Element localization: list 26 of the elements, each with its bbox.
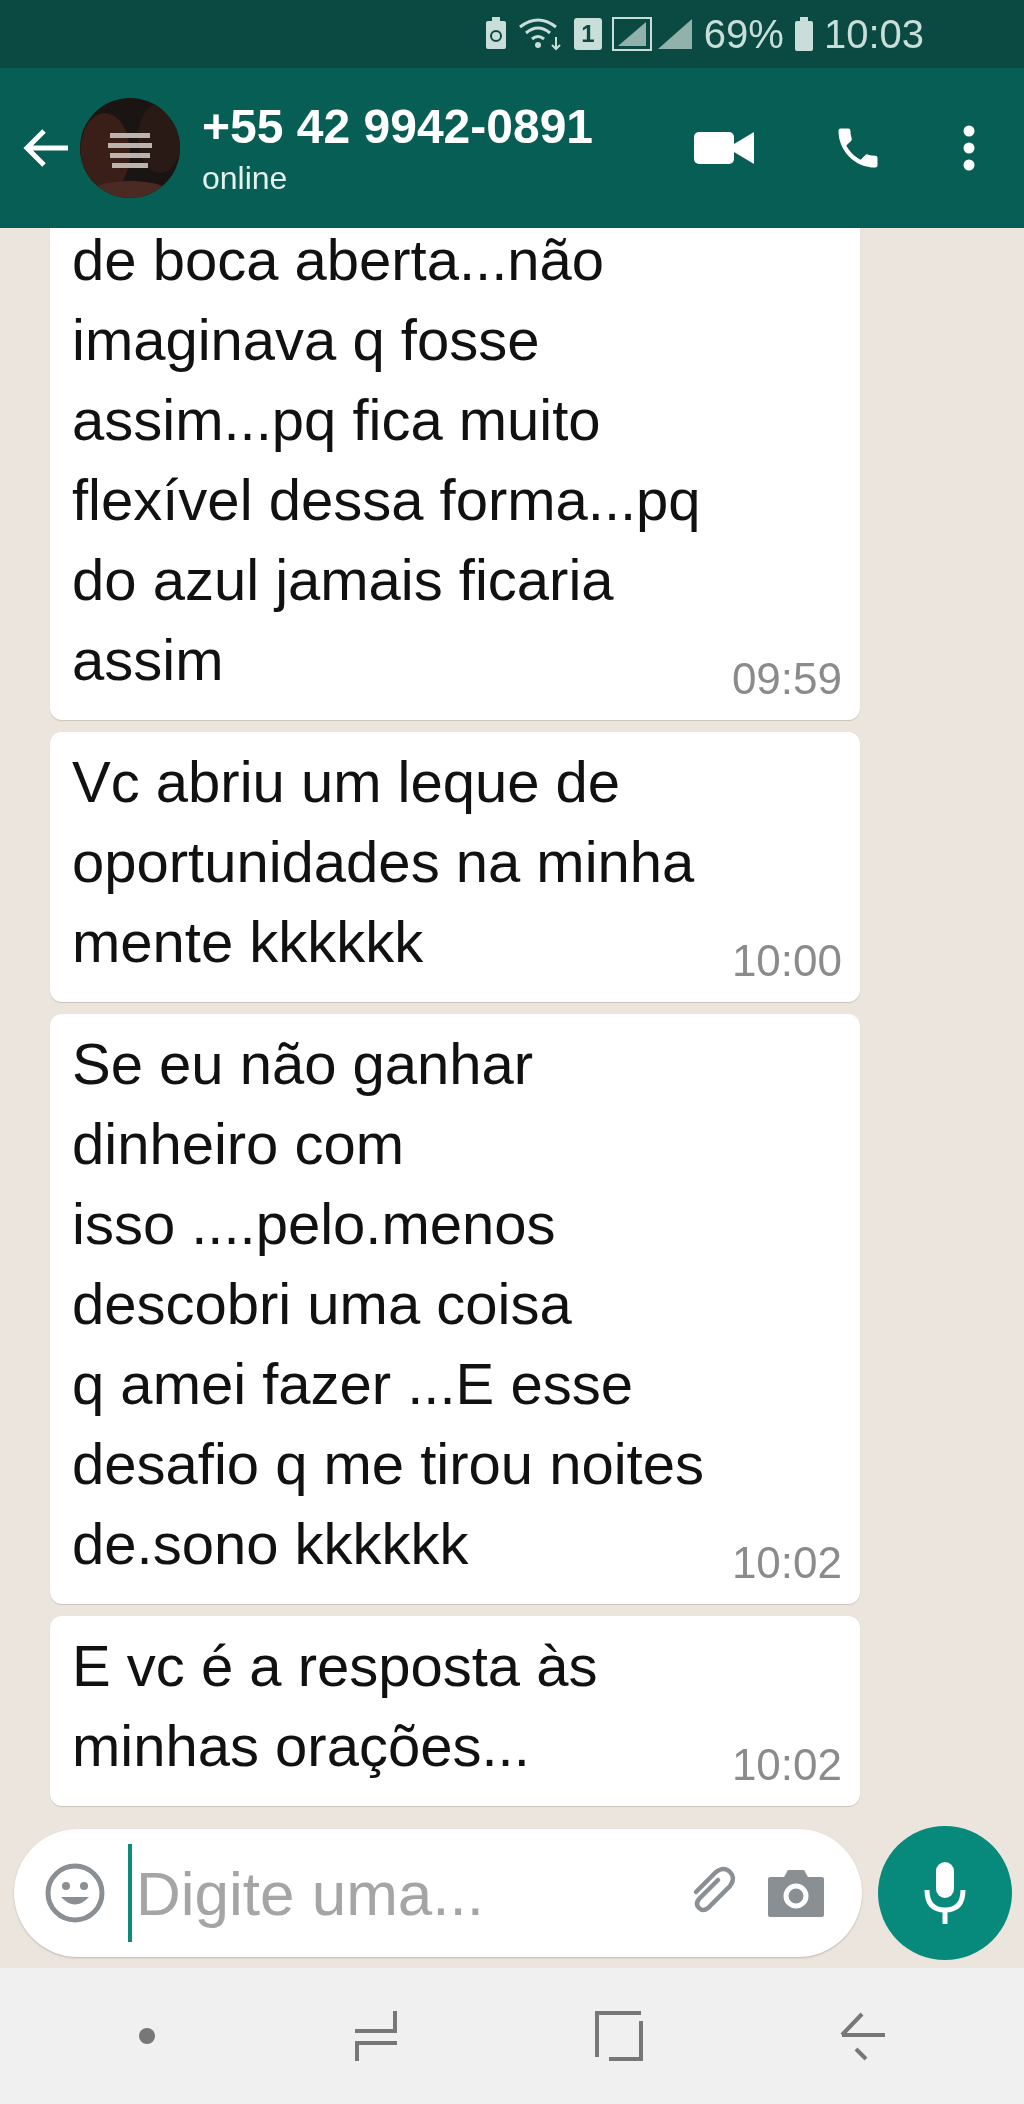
message-time: 10:02: [731, 1740, 842, 1790]
contact-name[interactable]: +55 42 9942-0891: [202, 99, 694, 154]
microphone-icon: [923, 1860, 967, 1926]
emoji-icon[interactable]: [44, 1862, 106, 1924]
battery-saver-icon: [483, 17, 508, 51]
message-time: 10:02: [731, 1538, 842, 1588]
sim-indicator: 1: [573, 18, 602, 50]
battery-percentage: 69%: [703, 11, 784, 57]
clock: 10:03: [823, 11, 924, 57]
message-text: E vc é a resposta às minhas orações...: [72, 1632, 598, 1780]
message-time: 09:59: [731, 654, 842, 704]
message-text: de boca aberta...não imaginava q fosse assim...pq fica muito flexível dessa forma...pq do azul jamais ficaria assim: [72, 228, 701, 694]
battery-icon: [793, 17, 814, 51]
back-arrow-icon[interactable]: [22, 128, 70, 168]
camera-icon[interactable]: [766, 1867, 826, 1919]
home-icon[interactable]: [594, 2011, 643, 2061]
presence-status: online: [202, 160, 289, 197]
message-text: Se eu não ganhar dinheiro com isso ....pelo.menos descobri uma coisa q amei fazer ...E esse desafio q me tirou noites de.sono kkkkkk: [72, 1030, 704, 1578]
signal-icon: [611, 17, 694, 51]
message-time: 10:00: [731, 936, 842, 986]
message-text: Vc abriu um leque de oportunidades na minha mente kkkkkk: [72, 748, 695, 976]
menu-icon[interactable]: [962, 125, 976, 171]
back-icon[interactable]: [838, 2011, 887, 2061]
message-field[interactable]: Digite uma...: [14, 1829, 862, 1957]
dot-icon[interactable]: [137, 2027, 156, 2045]
wifi-icon: [517, 17, 564, 51]
